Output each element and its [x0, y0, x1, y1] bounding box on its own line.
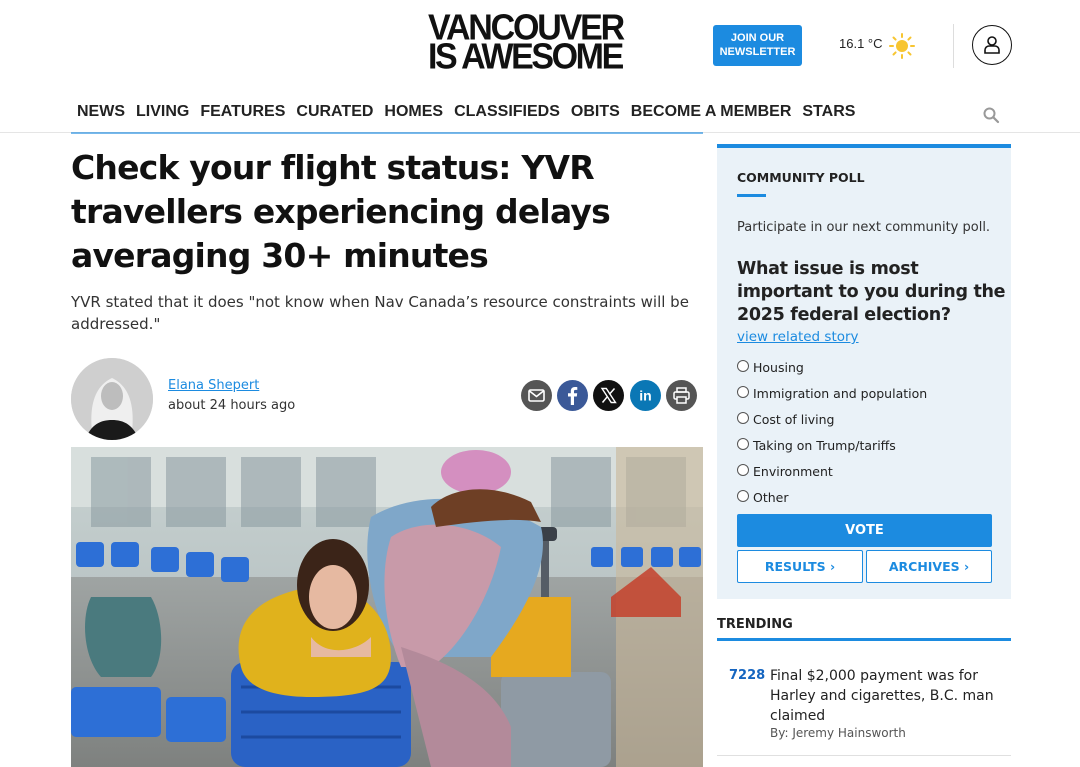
poll-option-environment[interactable]: Environment: [737, 463, 833, 479]
nav-classifieds[interactable]: CLASSIFIEDS: [454, 103, 560, 121]
nav-become-a-member[interactable]: BECOME A MEMBER: [631, 103, 792, 121]
poll-related-story-link[interactable]: view related story: [737, 329, 859, 345]
radio-button[interactable]: [737, 437, 749, 450]
poll-question: What issue is most important to you duri…: [737, 259, 1006, 325]
article-hero-image: [71, 447, 703, 767]
facebook-icon[interactable]: [557, 380, 588, 411]
poll-option-cost-of-living[interactable]: Cost of living: [737, 411, 835, 427]
email-icon[interactable]: [521, 380, 552, 411]
join-line-2: NEWSLETTER: [719, 46, 796, 58]
site-logo[interactable]: VANCOUVER IS AWESOME: [428, 10, 650, 77]
nav-features[interactable]: FEATURES: [200, 103, 285, 121]
trending-divider: [717, 755, 1011, 756]
nav-stars[interactable]: STARS: [802, 103, 855, 121]
account-button[interactable]: [972, 25, 1012, 65]
poll-option-label: Taking on Trump/tariffs: [753, 438, 896, 453]
join-newsletter-button[interactable]: JOIN OUR NEWSLETTER: [713, 25, 802, 66]
poll-option-label: Environment: [753, 464, 833, 479]
radio-button[interactable]: [737, 385, 749, 398]
publish-time: about 24 hours ago: [168, 398, 296, 413]
nav-obits[interactable]: OBITS: [571, 103, 620, 121]
radio-button[interactable]: [737, 463, 749, 476]
poll-option-immigration[interactable]: Immigration and population: [737, 385, 928, 401]
logo-line-2: IS AWESOME: [428, 37, 624, 77]
trending-underline: [717, 638, 1011, 641]
search-icon[interactable]: [982, 106, 1000, 124]
trending-headline-link[interactable]: Final $2,000 payment was for Harley and …: [770, 666, 1005, 726]
radio-button[interactable]: [737, 411, 749, 424]
poll-option-housing[interactable]: Housing: [737, 359, 804, 375]
poll-option-label: Housing: [753, 360, 804, 375]
article-headline: Check your flight status: YVR travellers…: [71, 148, 611, 275]
main-nav: NEWS LIVING FEATURES CURATED HOMES CLASS…: [77, 103, 866, 121]
svg-text:in: in: [639, 388, 651, 404]
trending-title: TRENDING: [717, 617, 793, 632]
join-line-1: JOIN OUR: [730, 32, 785, 44]
archives-button[interactable]: ARCHIVES ›: [866, 550, 992, 583]
poll-option-label: Immigration and population: [753, 386, 928, 401]
poll-option-trump-tariffs[interactable]: Taking on Trump/tariffs: [737, 437, 896, 453]
author-link[interactable]: Elana Shepert: [168, 378, 259, 393]
poll-option-other[interactable]: Other: [737, 489, 789, 505]
user-icon: [984, 36, 1000, 54]
results-button[interactable]: RESULTS ›: [737, 550, 863, 583]
radio-button[interactable]: [737, 489, 749, 502]
nav-curated[interactable]: CURATED: [296, 103, 373, 121]
nav-homes[interactable]: HOMES: [384, 103, 443, 121]
author-avatar[interactable]: [71, 358, 153, 440]
nav-accent-line: [71, 132, 703, 134]
header-divider: [953, 24, 954, 68]
linkedin-icon[interactable]: in: [630, 380, 661, 411]
poll-intro: Participate in our next community poll.: [737, 220, 991, 235]
radio-button[interactable]: [737, 359, 749, 372]
article-dek: YVR stated that it does "not know when N…: [71, 293, 689, 333]
poll-title: COMMUNITY POLL: [737, 170, 865, 185]
print-icon[interactable]: [666, 380, 697, 411]
nav-news[interactable]: NEWS: [77, 103, 125, 121]
poll-title-underline: [737, 194, 766, 197]
trending-byline: By: Jeremy Hainsworth: [770, 726, 906, 740]
sun-icon: [889, 33, 915, 59]
temperature-readout: 16.1 °C: [839, 36, 883, 51]
vote-button[interactable]: VOTE: [737, 514, 992, 547]
x-icon[interactable]: [593, 380, 624, 411]
poll-option-label: Other: [753, 490, 789, 505]
community-poll: COMMUNITY POLL Participate in our next c…: [717, 144, 1011, 599]
trending-count: 7228: [729, 668, 766, 683]
poll-option-label: Cost of living: [753, 412, 835, 427]
nav-living[interactable]: LIVING: [136, 103, 189, 121]
